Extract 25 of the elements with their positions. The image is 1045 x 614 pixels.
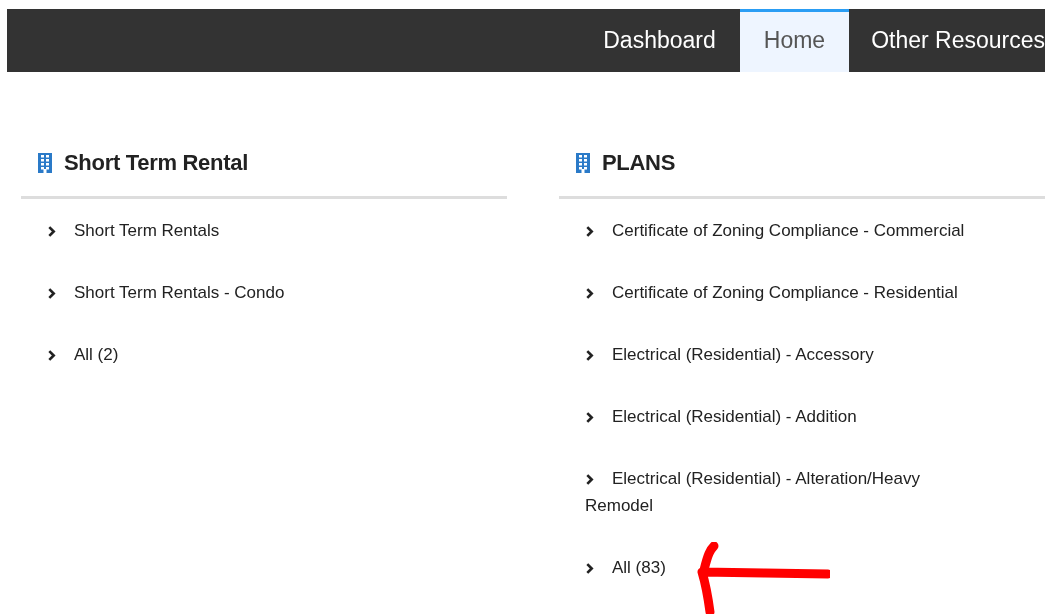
list-link[interactable]: Electrical (Residential) - Accessory [585,341,985,368]
section-title: PLANS [602,150,676,176]
chevron-icon [585,288,594,299]
chevron-icon [47,288,56,299]
nav-tab[interactable]: Other Resources [871,9,1045,72]
nav-tab[interactable]: Dashboard [579,9,740,72]
chevron-icon [585,563,594,574]
list-link[interactable]: Certificate of Zoning Compliance - Residential [585,279,985,306]
building-icon [38,153,52,173]
list-link[interactable]: Certificate of Zoning Compliance - Commercial [585,217,985,244]
chevron-icon [585,350,594,361]
chevron-icon [585,474,594,485]
list-link[interactable]: Short Term Rentals - Condo [47,279,447,306]
list-link[interactable]: Short Term Rentals [47,217,447,244]
chevron-icon [47,350,56,361]
list-link[interactable]: All (83) [585,554,985,581]
building-icon [576,153,590,173]
list-link[interactable]: All (2) [47,341,447,368]
list-link[interactable]: Electrical (Residential) - Addition [585,403,985,430]
chevron-icon [585,412,594,423]
chevron-icon [47,226,56,237]
list-link[interactable]: Electrical (Residential) - Alteration/Heavy Remodel [585,465,985,519]
section-title: Short Term Rental [64,150,248,176]
chevron-icon [585,226,594,237]
nav-tab[interactable]: Home [739,9,850,72]
